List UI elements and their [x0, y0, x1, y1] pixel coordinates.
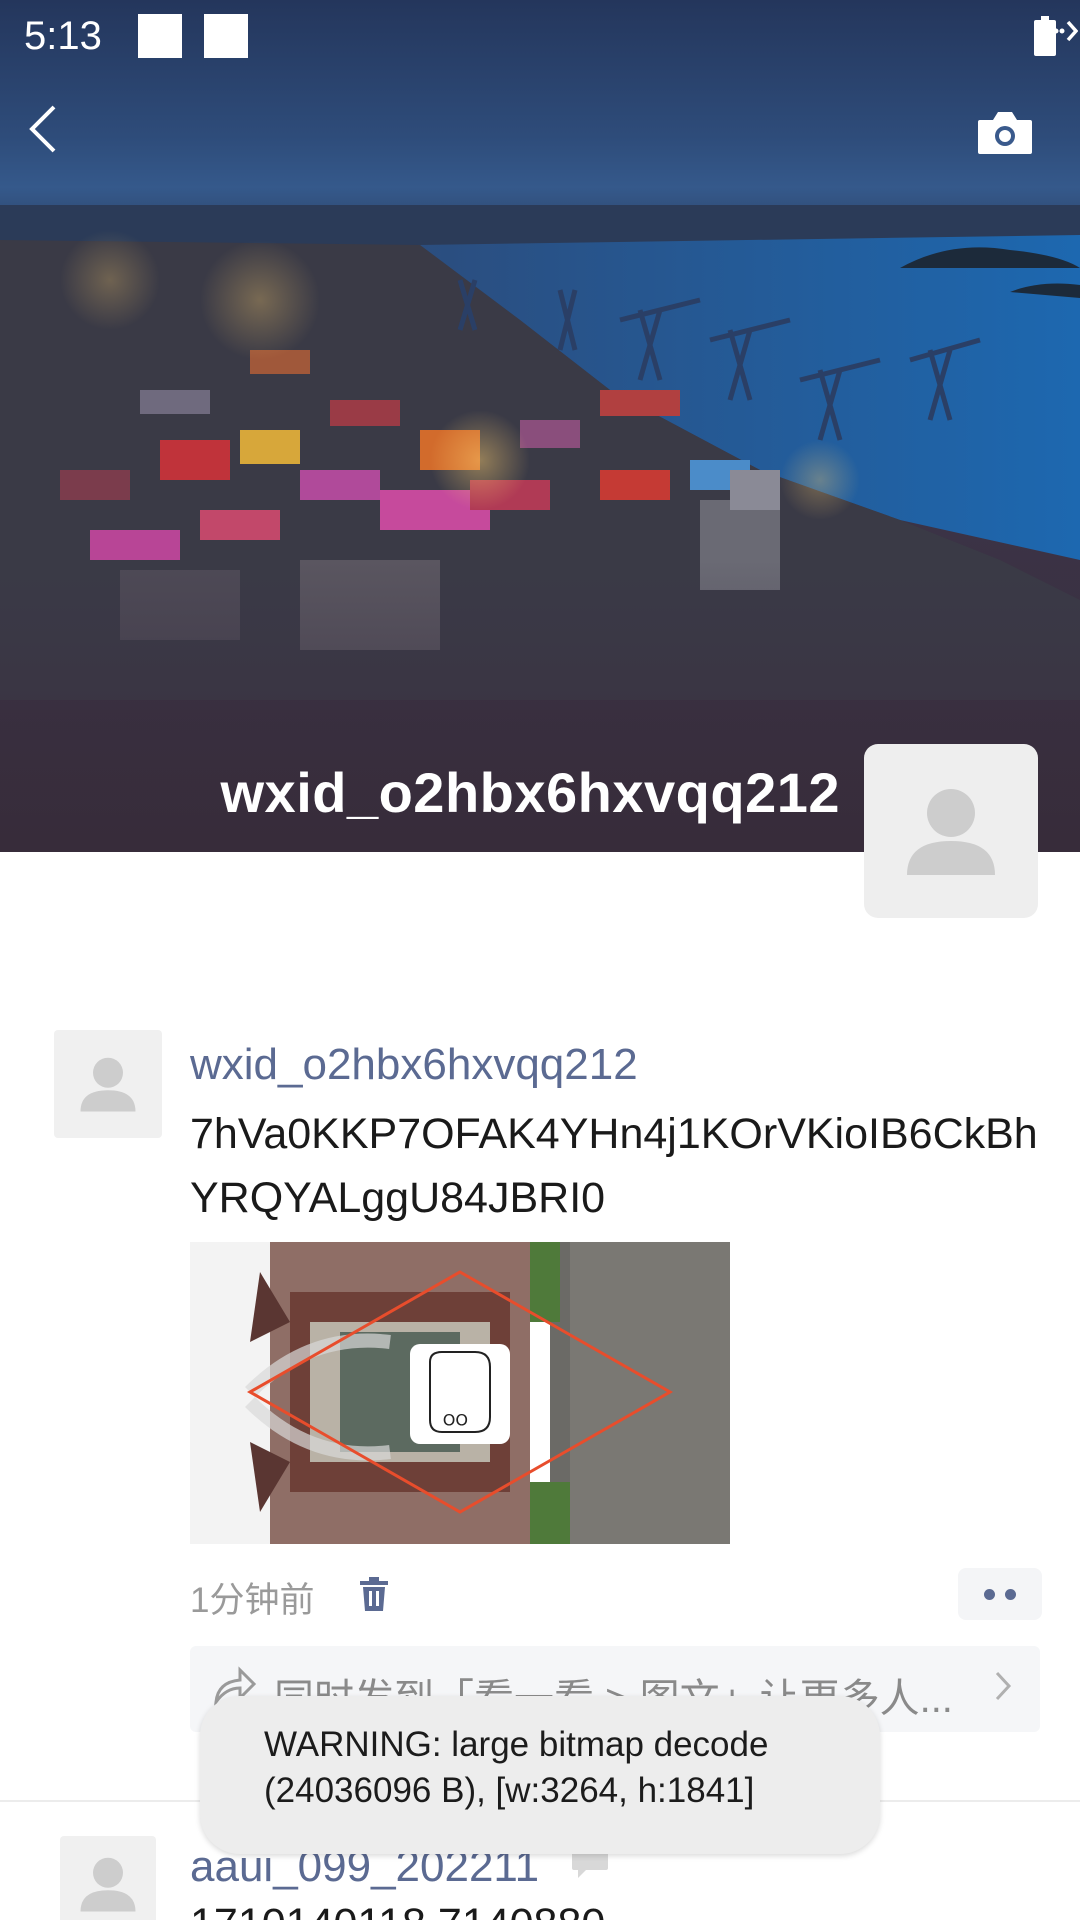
moments-screen: 5:13 wxid_o2hbx6hxvqq212 wxid_o2hbx6hxvq…	[0, 0, 1080, 1920]
notification-square-icon	[204, 14, 248, 58]
camera-icon	[978, 112, 1032, 154]
toast-notification: WARNING: large bitmap decode (24036096 B…	[200, 1696, 880, 1854]
toast-message: WARNING: large bitmap decode (24036096 B…	[264, 1725, 769, 1810]
delete-button[interactable]	[352, 1570, 396, 1618]
default-avatar-icon	[80, 1857, 136, 1912]
notification-square-icon	[138, 14, 182, 58]
svg-text:OO: OO	[443, 1410, 468, 1429]
chevron-right-icon	[994, 1670, 1012, 1707]
post-text: 7hVa0KKP7OFAK4YHn4j1KOrVKioIB6CkBhYRQYAL…	[190, 1110, 1038, 1222]
post-author-name[interactable]: wxid_o2hbx6hxvqq212	[190, 1040, 638, 1090]
more-actions-button[interactable]	[958, 1568, 1042, 1620]
post-photo-illustration: OO	[190, 1242, 730, 1544]
back-button[interactable]	[28, 104, 88, 174]
default-avatar-icon	[80, 1057, 136, 1112]
post-text: 1710140118 7140880	[190, 1900, 605, 1920]
cover-image[interactable]: 5:13 wxid_o2hbx6hxvqq212	[0, 0, 1080, 852]
post-timestamp: 1分钟前	[190, 1581, 315, 1620]
status-bar: 5:13	[0, 0, 1080, 76]
camera-button[interactable]	[976, 110, 1042, 170]
post-avatar[interactable]	[60, 1836, 156, 1920]
more-dots-icon	[984, 1588, 995, 1600]
post-image[interactable]: OO	[190, 1242, 730, 1544]
chevron-left-icon	[29, 105, 56, 153]
profile-avatar[interactable]	[864, 744, 1038, 918]
more-dots-icon	[1005, 1588, 1016, 1600]
cover-harbor-illustration	[0, 205, 1080, 852]
default-avatar-icon	[907, 789, 995, 875]
trash-icon	[360, 1577, 388, 1611]
post-avatar[interactable]	[54, 1030, 162, 1138]
status-time: 5:13	[24, 14, 102, 58]
cover-username: wxid_o2hbx6hxvqq212	[220, 761, 840, 824]
